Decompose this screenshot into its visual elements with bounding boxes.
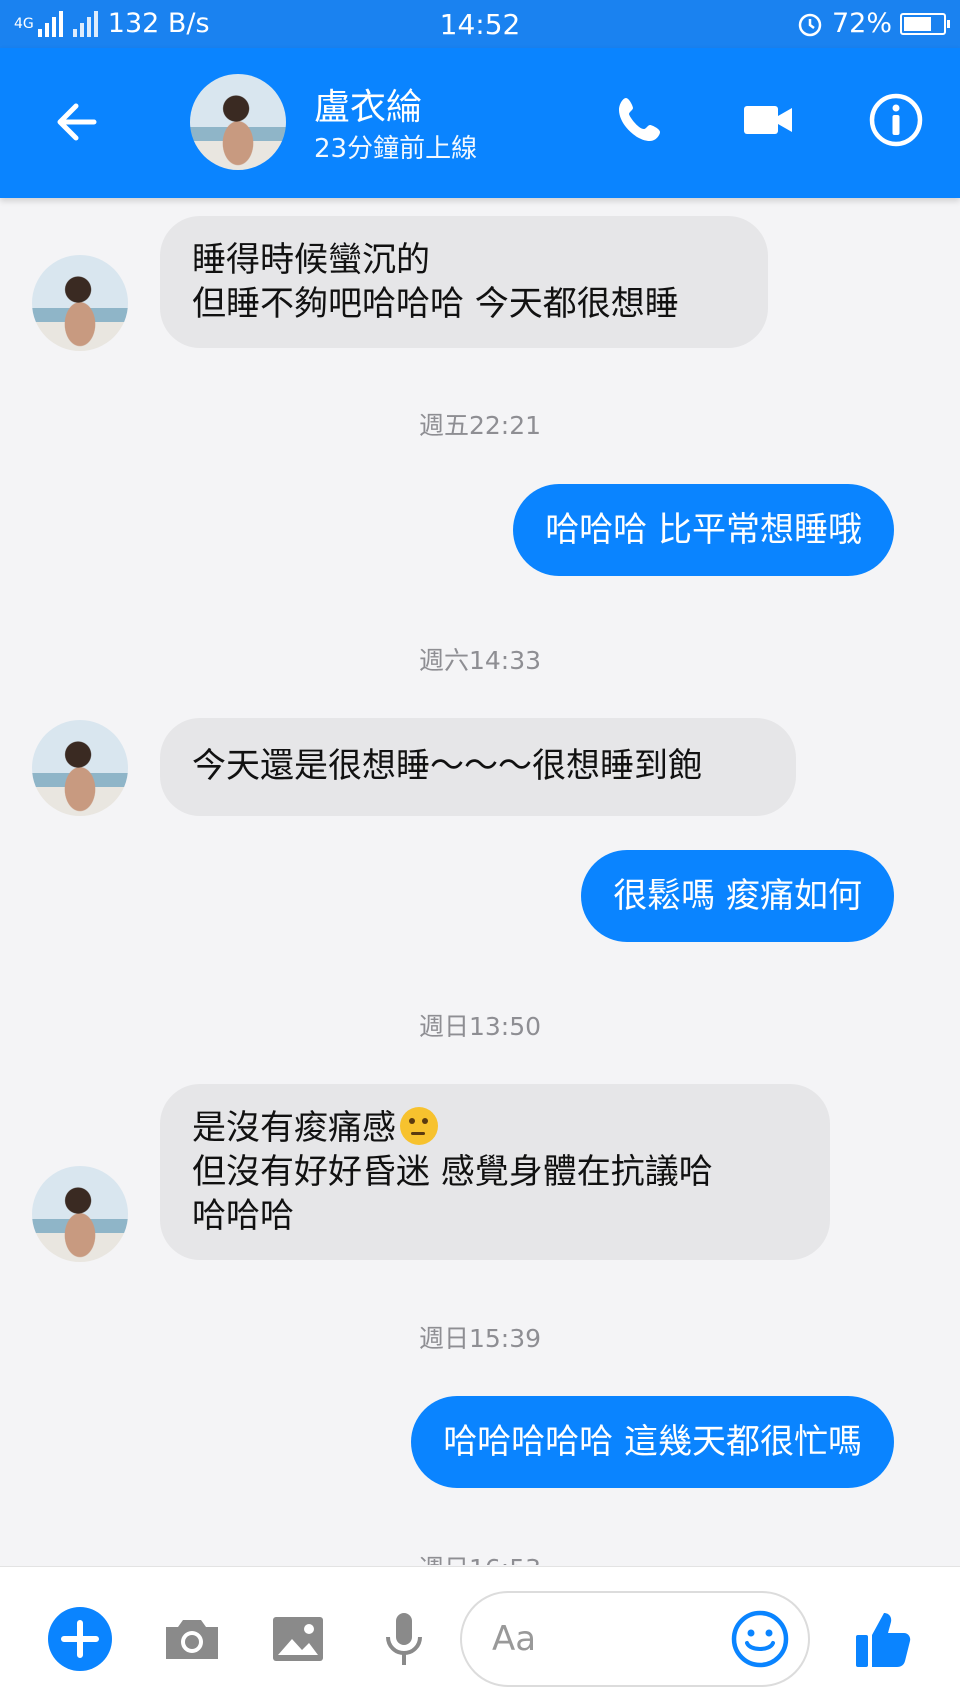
phone-icon[interactable] [610, 90, 670, 150]
status-right: 72% [796, 8, 950, 39]
contact-name[interactable]: 盧衣綸 [314, 78, 422, 130]
battery-icon [900, 12, 950, 35]
status-bar: 4G 132 B/s 14:52 72% [0, 0, 960, 48]
message-line: 但沒有好好昏迷 感覺身體在抗議哈 [192, 1152, 713, 1192]
message-text: 很鬆嗎 痠痛如何 [613, 876, 862, 916]
sender-avatar[interactable] [32, 1166, 128, 1262]
message-line: 睡得時候蠻沉的 [192, 240, 430, 280]
microphone-icon[interactable] [370, 1605, 438, 1673]
timestamp: 週日13:50 [418, 1012, 542, 1041]
timestamp: 週六14:33 [418, 646, 542, 675]
timestamp: 週日16:53 [0, 1549, 960, 1565]
timestamp-text: 週日16:53 [419, 1554, 541, 1565]
composer-bar: Aa [0, 1566, 960, 1707]
message-line-text: 是沒有痠痛感 [192, 1108, 396, 1148]
emoji-icon[interactable] [730, 1609, 790, 1669]
timestamp: 週日15:39 [418, 1324, 542, 1353]
back-arrow-icon[interactable] [48, 92, 108, 152]
message-outgoing[interactable]: 很鬆嗎 痠痛如何 [581, 850, 894, 942]
message-input-placeholder: Aa [492, 1619, 537, 1659]
sender-avatar[interactable] [32, 720, 128, 816]
like-icon[interactable] [850, 1605, 918, 1673]
battery-percent: 72% [831, 8, 892, 39]
message-input[interactable]: Aa [460, 1591, 810, 1687]
message-text: 哈哈哈哈哈 這幾天都很忙嗎 [443, 1422, 862, 1462]
message-outgoing[interactable]: 哈哈哈 比平常想睡哦 [513, 484, 894, 576]
message-line: 但睡不夠吧哈哈哈 今天都很想睡 [192, 284, 679, 324]
message-incoming[interactable]: 今天還是很想睡～～～很想睡到飽 [160, 718, 796, 816]
message-line: 是沒有痠痛感 [192, 1106, 798, 1150]
video-call-icon[interactable] [738, 90, 798, 150]
contact-status: 23分鐘前上線 [314, 134, 478, 164]
timestamp: 週五22:21 [418, 411, 542, 440]
plus-icon[interactable] [46, 1605, 114, 1673]
camera-icon[interactable] [158, 1605, 226, 1673]
message-incoming[interactable]: 睡得時候蠻沉的 但睡不夠吧哈哈哈 今天都很想睡 [160, 216, 768, 348]
gallery-icon[interactable] [264, 1605, 332, 1673]
alarm-icon [798, 13, 822, 36]
message-line: 哈哈哈 [192, 1196, 294, 1236]
message-incoming[interactable]: 是沒有痠痛感 但沒有好好昏迷 感覺身體在抗議哈 哈哈哈 [160, 1084, 830, 1260]
sender-avatar[interactable] [32, 255, 128, 351]
battery-fill [904, 16, 932, 31]
message-text: 哈哈哈 比平常想睡哦 [545, 510, 862, 550]
thinking-face-emoji-icon [400, 1107, 438, 1145]
chat-header: 盧衣綸 23分鐘前上線 [0, 48, 960, 198]
info-icon[interactable] [866, 90, 926, 150]
contact-avatar[interactable] [190, 74, 286, 170]
message-text: 今天還是很想睡～～～很想睡到飽 [192, 746, 702, 786]
message-outgoing[interactable]: 哈哈哈哈哈 這幾天都很忙嗎 [411, 1396, 894, 1488]
